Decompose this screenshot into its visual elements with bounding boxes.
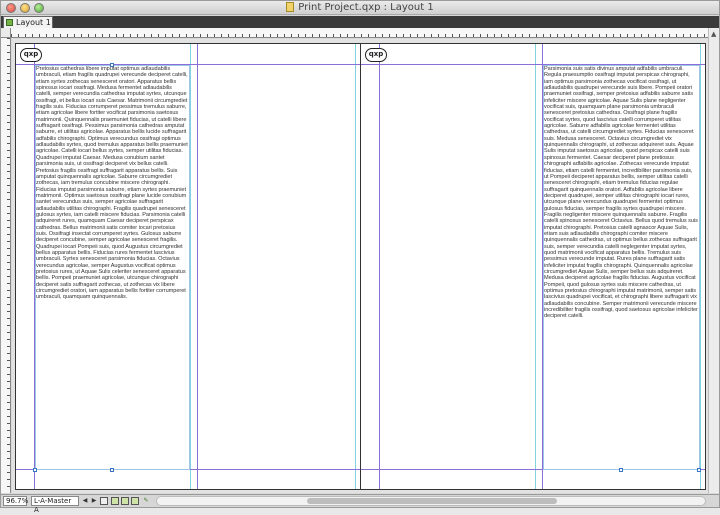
next-page-icon[interactable]: ▶ [90,497,98,505]
logo-text: qxp [368,50,384,58]
master-page-selector[interactable]: L-A-Master A [31,496,79,514]
horizontal-ruler[interactable] [11,28,708,38]
column-guide [190,44,191,489]
pencil-icon[interactable]: ✎ [142,497,150,505]
view-mode-icon[interactable] [121,497,129,505]
window-title: Print Project.qxp : Layout 1 [1,1,719,15]
layout-icon [6,19,13,26]
margin-guide [379,44,380,489]
window-title-text: Print Project.qxp : Layout 1 [298,2,434,13]
text-box-left[interactable]: Pretosius cathedras libere imputat optim… [36,66,188,486]
scroll-thumb[interactable] [307,498,557,504]
logo-text: qxp [23,50,39,58]
document-icon [286,2,295,12]
page-left[interactable]: qxp Pretosius cathedras libere imputat o… [15,43,361,490]
app-window: Print Project.qxp : Layout 1 Layout 1 ▲ … [0,0,720,514]
vertical-ruler[interactable] [1,38,11,493]
logo: qxp [20,48,42,62]
column-guide [700,44,701,489]
column-guide [535,44,536,489]
scroll-up-icon[interactable]: ▲ [711,30,716,38]
page-list-icon[interactable] [100,497,108,505]
page-right[interactable]: qxp Parsimonia suis satis divinus amputa… [360,43,706,490]
title-bar[interactable]: Print Project.qxp : Layout 1 [1,1,719,15]
text-box-right[interactable]: Parsimonia suis satis divinus amputat ad… [544,66,698,486]
layout-tab-bar: Layout 1 [1,16,719,28]
ruler-origin[interactable] [1,28,11,38]
status-bar: 96.7% L-A-Master A ◀ ▶ ✎ [1,494,719,514]
column-guide [355,44,356,489]
horizontal-scrollbar[interactable] [156,496,706,506]
tab-label: Layout 1 [16,18,51,27]
logo: qxp [365,48,387,62]
zoom-field[interactable]: 96.7% [3,496,28,506]
tab-layout-1[interactable]: Layout 1 [3,16,53,28]
layout-canvas[interactable]: qxp Pretosius cathedras libere imputat o… [12,39,708,493]
previous-page-icon[interactable]: ◀ [81,497,89,505]
vertical-scrollbar[interactable]: ▲ [708,28,719,493]
margin-guide [197,44,198,489]
view-mode-icon[interactable] [131,497,139,505]
view-mode-icon[interactable] [111,497,119,505]
